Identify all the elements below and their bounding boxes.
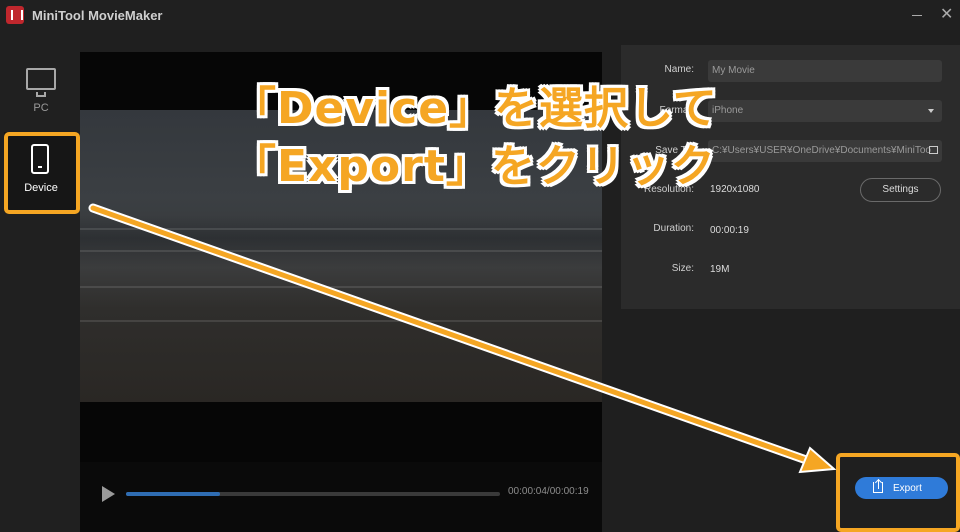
- wave-line: [80, 250, 602, 252]
- size-label: Size:: [671, 263, 694, 274]
- wave-line: [80, 320, 602, 322]
- wave-line: [80, 228, 602, 230]
- export-highlight-box: [836, 453, 960, 532]
- instruction-line-2: 「Export」をクリック: [232, 141, 716, 192]
- device-highlight-box: [4, 132, 80, 214]
- export-target-sidebar: PC Device: [0, 30, 80, 532]
- monitor-icon: [26, 68, 56, 97]
- time-readout: 00:00:04/00:00:19: [508, 486, 589, 497]
- app-title: MiniTool MovieMaker: [32, 8, 163, 23]
- size-value: 19M: [710, 264, 730, 275]
- save-path-field[interactable]: C:¥Users¥USER¥OneDrive¥Documents¥MiniToo: [708, 140, 942, 162]
- instruction-line-1: 「Device」を選択して: [232, 83, 718, 134]
- chevron-down-icon: [928, 109, 934, 113]
- save-path-value: C:¥Users¥USER¥OneDrive¥Documents¥MiniToo: [712, 145, 931, 156]
- resolution-value: 1920x1080: [710, 184, 760, 195]
- sidebar-item-label: PC: [33, 102, 49, 114]
- progress-bar[interactable]: [126, 492, 500, 496]
- title-bar: MiniTool MovieMaker ✕: [0, 0, 960, 30]
- close-icon[interactable]: ✕: [940, 7, 953, 23]
- progress-fill: [126, 492, 220, 496]
- folder-icon[interactable]: [929, 146, 938, 154]
- app-logo-icon: [6, 6, 24, 24]
- name-input[interactable]: My Movie: [708, 60, 942, 82]
- play-icon[interactable]: [102, 486, 115, 502]
- duration-value: 00:00:19: [710, 225, 749, 236]
- format-select[interactable]: iPhone: [708, 100, 942, 122]
- minimize-icon[interactable]: [912, 15, 922, 16]
- sidebar-item-pc[interactable]: PC: [4, 60, 78, 140]
- duration-label: Duration:: [653, 223, 694, 234]
- player-controls: 00:00:04/00:00:19: [80, 462, 602, 532]
- wave-line: [80, 286, 602, 288]
- settings-button[interactable]: Settings: [860, 178, 941, 202]
